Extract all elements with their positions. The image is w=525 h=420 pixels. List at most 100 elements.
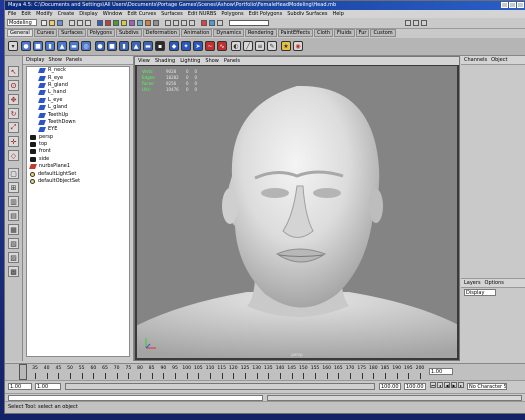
- channel-menu-channels[interactable]: Channels: [464, 56, 487, 64]
- viewport-canvas[interactable]: Verts: 9028 0 0 Edges: 18282 0 0 Faces: 9256 0 0 …: [137, 66, 457, 358]
- layout-hypershade-icon[interactable]: ▧: [8, 238, 19, 249]
- shelf-tab-rendering[interactable]: Rendering: [245, 29, 277, 37]
- menu-help[interactable]: Help: [332, 10, 343, 18]
- open-scene-icon[interactable]: [49, 20, 55, 26]
- outliner-item[interactable]: R_neck: [27, 67, 129, 74]
- play-forward-icon[interactable]: ▶: [451, 382, 457, 388]
- outliner-menu-display[interactable]: Display: [26, 56, 44, 64]
- show-channel-box-icon[interactable]: [421, 20, 427, 26]
- menu-surfaces[interactable]: Surfaces: [161, 10, 183, 18]
- new-scene-icon[interactable]: [41, 20, 47, 26]
- manipulator-tool-icon[interactable]: ✛: [8, 136, 19, 147]
- character-set-select[interactable]: No Character Set: [467, 383, 507, 390]
- nurbs-cone-icon[interactable]: ▲: [57, 41, 67, 51]
- outliner-icon[interactable]: ≡: [255, 41, 265, 51]
- snap-plane-icon[interactable]: [189, 20, 195, 26]
- script-editor-icon[interactable]: ✎: [267, 41, 277, 51]
- layout-script-icon[interactable]: ▨: [8, 252, 19, 263]
- mask-surfaces-icon[interactable]: [121, 20, 127, 26]
- outliner-item[interactable]: front: [27, 148, 129, 155]
- menu-edit[interactable]: Edit: [21, 10, 31, 18]
- mask-misc-icon[interactable]: [153, 20, 159, 26]
- shelf-tab-surfaces[interactable]: Surfaces: [58, 29, 86, 37]
- select-object-icon[interactable]: [77, 20, 83, 26]
- nurbs-sphere-icon[interactable]: ●: [21, 41, 31, 51]
- quick-selection-field[interactable]: [229, 20, 269, 26]
- layout-custom-icon[interactable]: ▩: [8, 266, 19, 277]
- viewport-menu-panels[interactable]: Panels: [224, 57, 240, 65]
- layout-graph-icon[interactable]: ▦: [8, 224, 19, 235]
- poly-cylinder-icon[interactable]: ▮: [119, 41, 129, 51]
- render-view-icon[interactable]: ★: [281, 41, 291, 51]
- nurbs-torus-icon[interactable]: ◎: [81, 41, 91, 51]
- menu-polygons[interactable]: Polygons: [221, 10, 243, 18]
- outliner-item[interactable]: defaultLightSet: [27, 170, 129, 177]
- close-button[interactable]: [517, 2, 524, 8]
- current-frame-field[interactable]: 1.00: [429, 368, 453, 375]
- camera-create-icon[interactable]: ▪: [155, 41, 165, 51]
- range-slider[interactable]: [65, 383, 375, 390]
- poly-cube-icon[interactable]: ■: [107, 41, 117, 51]
- menu-edit-curves[interactable]: Edit Curves: [127, 10, 156, 18]
- last-tool-icon[interactable]: ◇: [8, 150, 19, 161]
- shelf-tab-dynamics[interactable]: Dynamics: [213, 29, 245, 37]
- nurbs-cylinder-icon[interactable]: ▮: [45, 41, 55, 51]
- select-hierarchy-icon[interactable]: [69, 20, 75, 26]
- menu-display[interactable]: Display: [79, 10, 97, 18]
- layer-menu-options[interactable]: Options: [485, 279, 504, 287]
- perspective-viewport[interactable]: View Shading Lighting Show Panels Verts:…: [134, 56, 460, 361]
- time-slider[interactable]: 35 40 45 50 55 60 65 70 75 80 85 90 95 100 105 110 115 12…: [5, 363, 525, 380]
- select-component-icon[interactable]: [85, 20, 91, 26]
- menu-set-select[interactable]: Modeling: [7, 19, 37, 26]
- snap-point-icon[interactable]: [181, 20, 187, 26]
- select-tool-icon[interactable]: ↖: [8, 66, 19, 77]
- shelf-tab-animation[interactable]: Animation: [180, 29, 213, 37]
- outliner-item[interactable]: L_eye: [27, 97, 129, 104]
- end-time-field[interactable]: 100.00: [404, 383, 426, 390]
- shelf-tab-painteffects[interactable]: PaintEffects: [277, 29, 313, 37]
- ipr-render-icon[interactable]: [209, 20, 215, 26]
- outliner-item[interactable]: L_gland: [27, 104, 129, 111]
- outliner-item[interactable]: top: [27, 141, 129, 148]
- scale-tool-icon[interactable]: ⤢: [8, 122, 19, 133]
- viewport-menu-shading[interactable]: Shading: [155, 57, 175, 65]
- step-forward-icon[interactable]: ▸: [458, 382, 464, 388]
- directional-light-icon[interactable]: ➤: [193, 41, 203, 51]
- layout-outliner-icon[interactable]: ▤: [8, 210, 19, 221]
- channel-menu-object[interactable]: Object: [491, 56, 507, 64]
- hypershade-icon[interactable]: ◐: [231, 41, 241, 51]
- shelf-tab-polygons[interactable]: Polygons: [86, 29, 115, 37]
- mask-joints-icon[interactable]: [105, 20, 111, 26]
- poly-sphere-icon[interactable]: ●: [95, 41, 105, 51]
- menu-create[interactable]: Create: [58, 10, 75, 18]
- head-model[interactable]: [137, 66, 457, 358]
- cv-curve-icon[interactable]: ∿: [217, 41, 227, 51]
- outliner-menu-show[interactable]: Show: [48, 56, 62, 64]
- outliner-item[interactable]: R_eye: [27, 74, 129, 81]
- layer-type-select[interactable]: Display: [464, 289, 496, 296]
- rotate-tool-icon[interactable]: ↻: [8, 108, 19, 119]
- lasso-tool-icon[interactable]: ʘ: [8, 80, 19, 91]
- playback-start-field[interactable]: 1.00: [35, 383, 61, 390]
- menu-arrow-icon[interactable]: ▾: [8, 41, 18, 51]
- shelf-tab-cloth[interactable]: Cloth: [313, 29, 334, 37]
- move-tool-icon[interactable]: ✥: [8, 94, 19, 105]
- shelf-tab-deformation[interactable]: Deformation: [142, 29, 180, 37]
- viewport-menu-lighting[interactable]: Lighting: [180, 57, 200, 65]
- play-back-icon[interactable]: ◀: [444, 382, 450, 388]
- save-scene-icon[interactable]: [57, 20, 63, 26]
- render-icon[interactable]: [201, 20, 207, 26]
- shelf-tab-subdivs[interactable]: Subdivs: [116, 29, 142, 37]
- point-light-icon[interactable]: ✦: [181, 41, 191, 51]
- shelf-tab-fluids[interactable]: Fluids: [334, 29, 355, 37]
- step-back-icon[interactable]: ◂: [437, 382, 443, 388]
- render-frame-icon[interactable]: ◉: [293, 41, 303, 51]
- layer-menu-layers[interactable]: Layers: [464, 279, 481, 287]
- menu-edit-polygons[interactable]: Edit Polygons: [249, 10, 283, 18]
- layout-four-icon[interactable]: ⊞: [8, 182, 19, 193]
- outliner-item[interactable]: TeethUp: [27, 111, 129, 118]
- outliner-item[interactable]: persp: [27, 134, 129, 141]
- playback-end-field[interactable]: 100.00: [379, 383, 401, 390]
- ep-curve-icon[interactable]: ~: [205, 41, 215, 51]
- nurbs-cube-icon[interactable]: ■: [33, 41, 43, 51]
